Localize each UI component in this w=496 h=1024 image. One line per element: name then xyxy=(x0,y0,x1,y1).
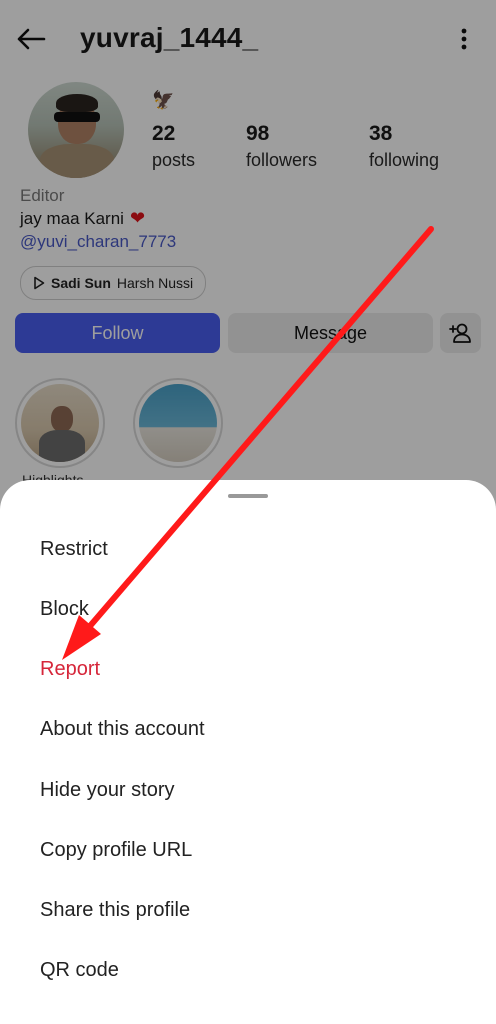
restrict-option[interactable]: Restrict xyxy=(40,538,108,561)
sheet-drag-handle[interactable] xyxy=(228,494,268,498)
about-account-option[interactable]: About this account xyxy=(40,718,205,741)
options-bottom-sheet: Restrict Block Report About this account… xyxy=(0,480,496,1024)
profile-page: yuvraj_1444_ 🦅 22 posts 98 followers 38 … xyxy=(0,0,496,1024)
hide-story-option[interactable]: Hide your story xyxy=(40,779,175,802)
report-option[interactable]: Report xyxy=(40,658,100,681)
qr-code-option[interactable]: QR code xyxy=(40,959,119,982)
share-profile-option[interactable]: Share this profile xyxy=(40,899,190,922)
block-option[interactable]: Block xyxy=(40,598,89,621)
copy-profile-url-option[interactable]: Copy profile URL xyxy=(40,839,192,862)
